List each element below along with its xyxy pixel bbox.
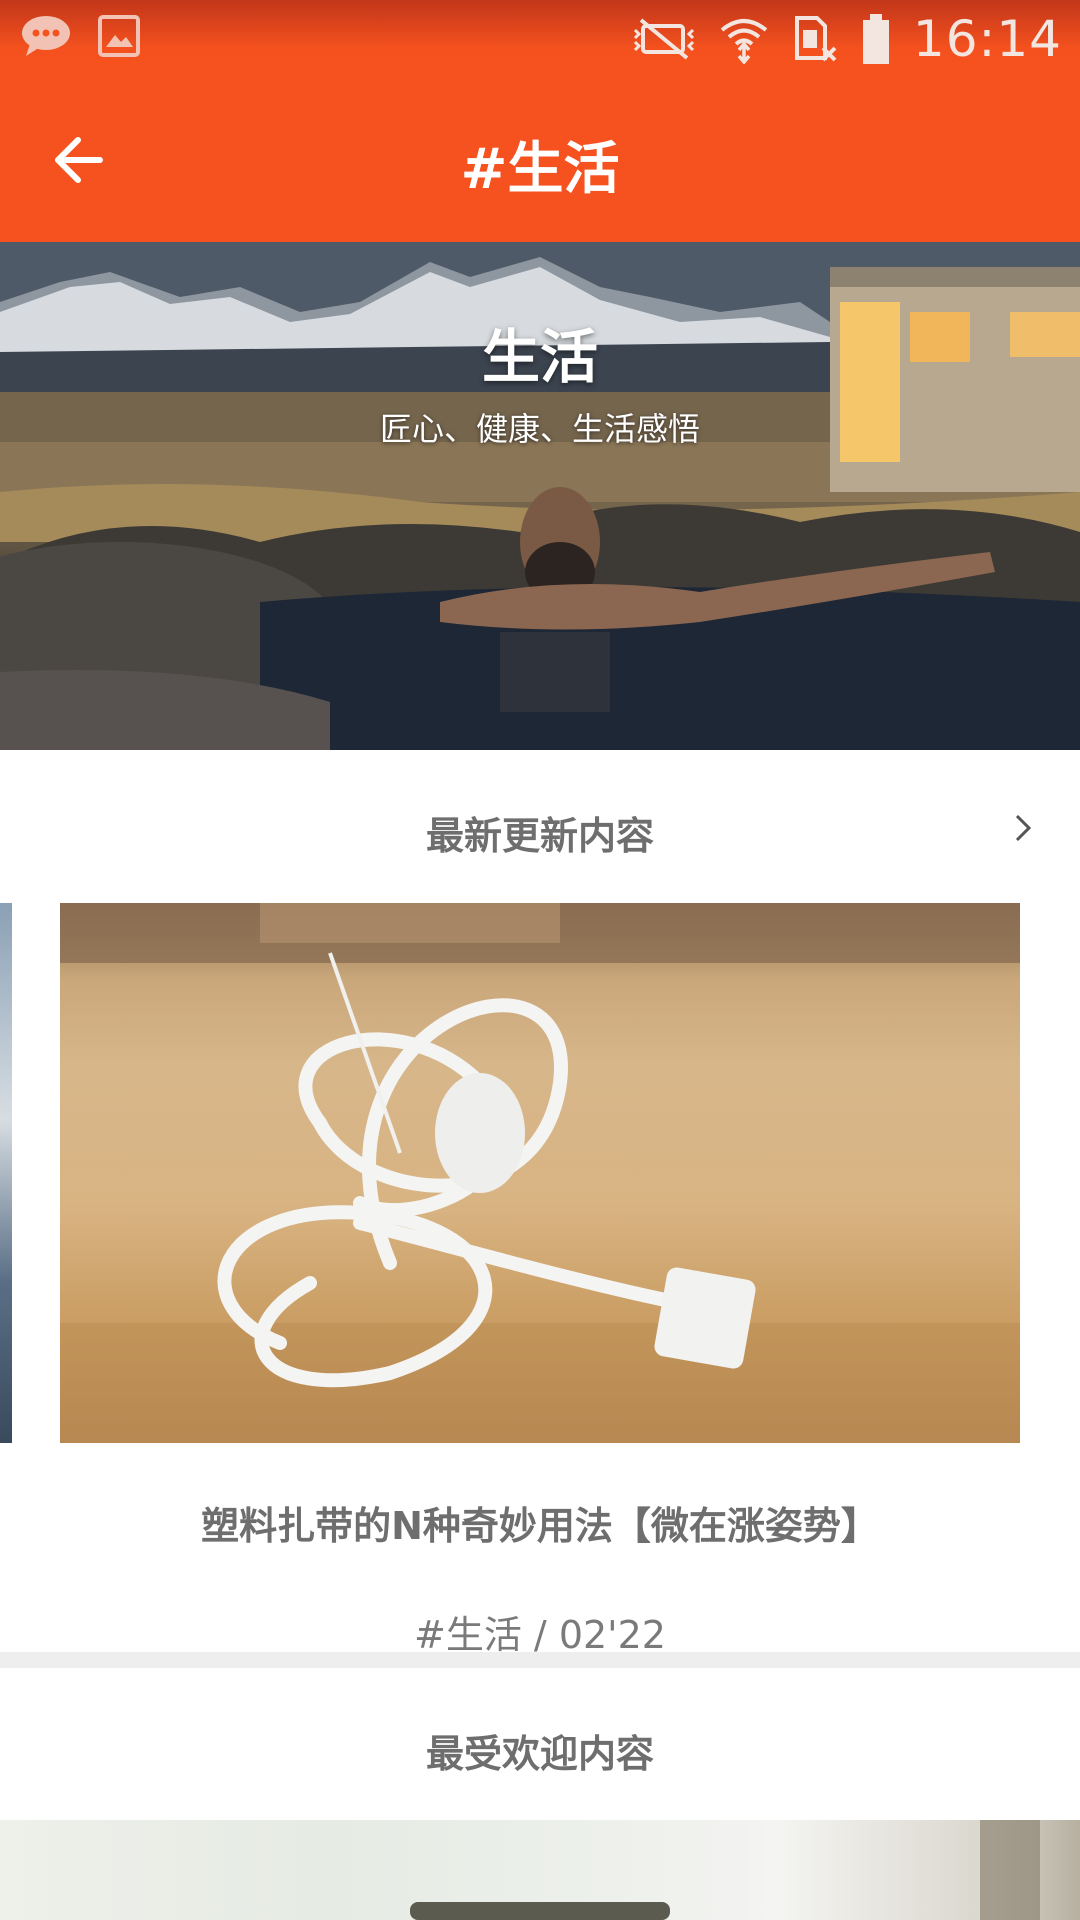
- latest-section-title: 最新更新内容: [425, 814, 654, 858]
- app-bar: #生活: [0, 80, 1080, 242]
- popular-section-header: 最受欢迎内容: [0, 1668, 1080, 1818]
- section-divider: [0, 1652, 1080, 1668]
- page-title: #生活: [460, 137, 620, 202]
- latest-card-title[interactable]: 塑料扎带的N种奇妙用法【微在涨姿势】: [0, 1495, 1080, 1550]
- gallery-icon: [98, 15, 140, 57]
- chevron-right-icon[interactable]: [1008, 808, 1038, 848]
- wifi-icon: [720, 19, 768, 64]
- hero-banner: 生活 匠心、健康、生活感悟: [0, 242, 1080, 750]
- latest-section-header[interactable]: 最新更新内容: [0, 750, 1080, 900]
- no-sim-icon: [794, 16, 837, 62]
- latest-card-image[interactable]: [60, 903, 1020, 1443]
- status-bar: 16:14: [0, 0, 1080, 80]
- status-left-icons: [20, 14, 140, 58]
- latest-card-meta: #生活 / 02'22: [414, 1613, 666, 1657]
- message-icon: [22, 16, 70, 56]
- cable-photo: [60, 903, 1020, 1443]
- popular-card-image[interactable]: [0, 1820, 1080, 1920]
- mute-icon: [633, 18, 694, 60]
- popular-section-title: 最受欢迎内容: [425, 1732, 654, 1776]
- status-right-icons: 16:14: [631, 10, 1062, 68]
- popular-photo: [410, 1820, 1040, 1920]
- status-time: 16:14: [912, 10, 1062, 68]
- previous-card-peek[interactable]: [0, 903, 12, 1443]
- battery-icon: [862, 14, 889, 64]
- hero-title: 生活: [481, 323, 598, 391]
- hero-subtitle: 匠心、健康、生活感悟: [379, 410, 700, 448]
